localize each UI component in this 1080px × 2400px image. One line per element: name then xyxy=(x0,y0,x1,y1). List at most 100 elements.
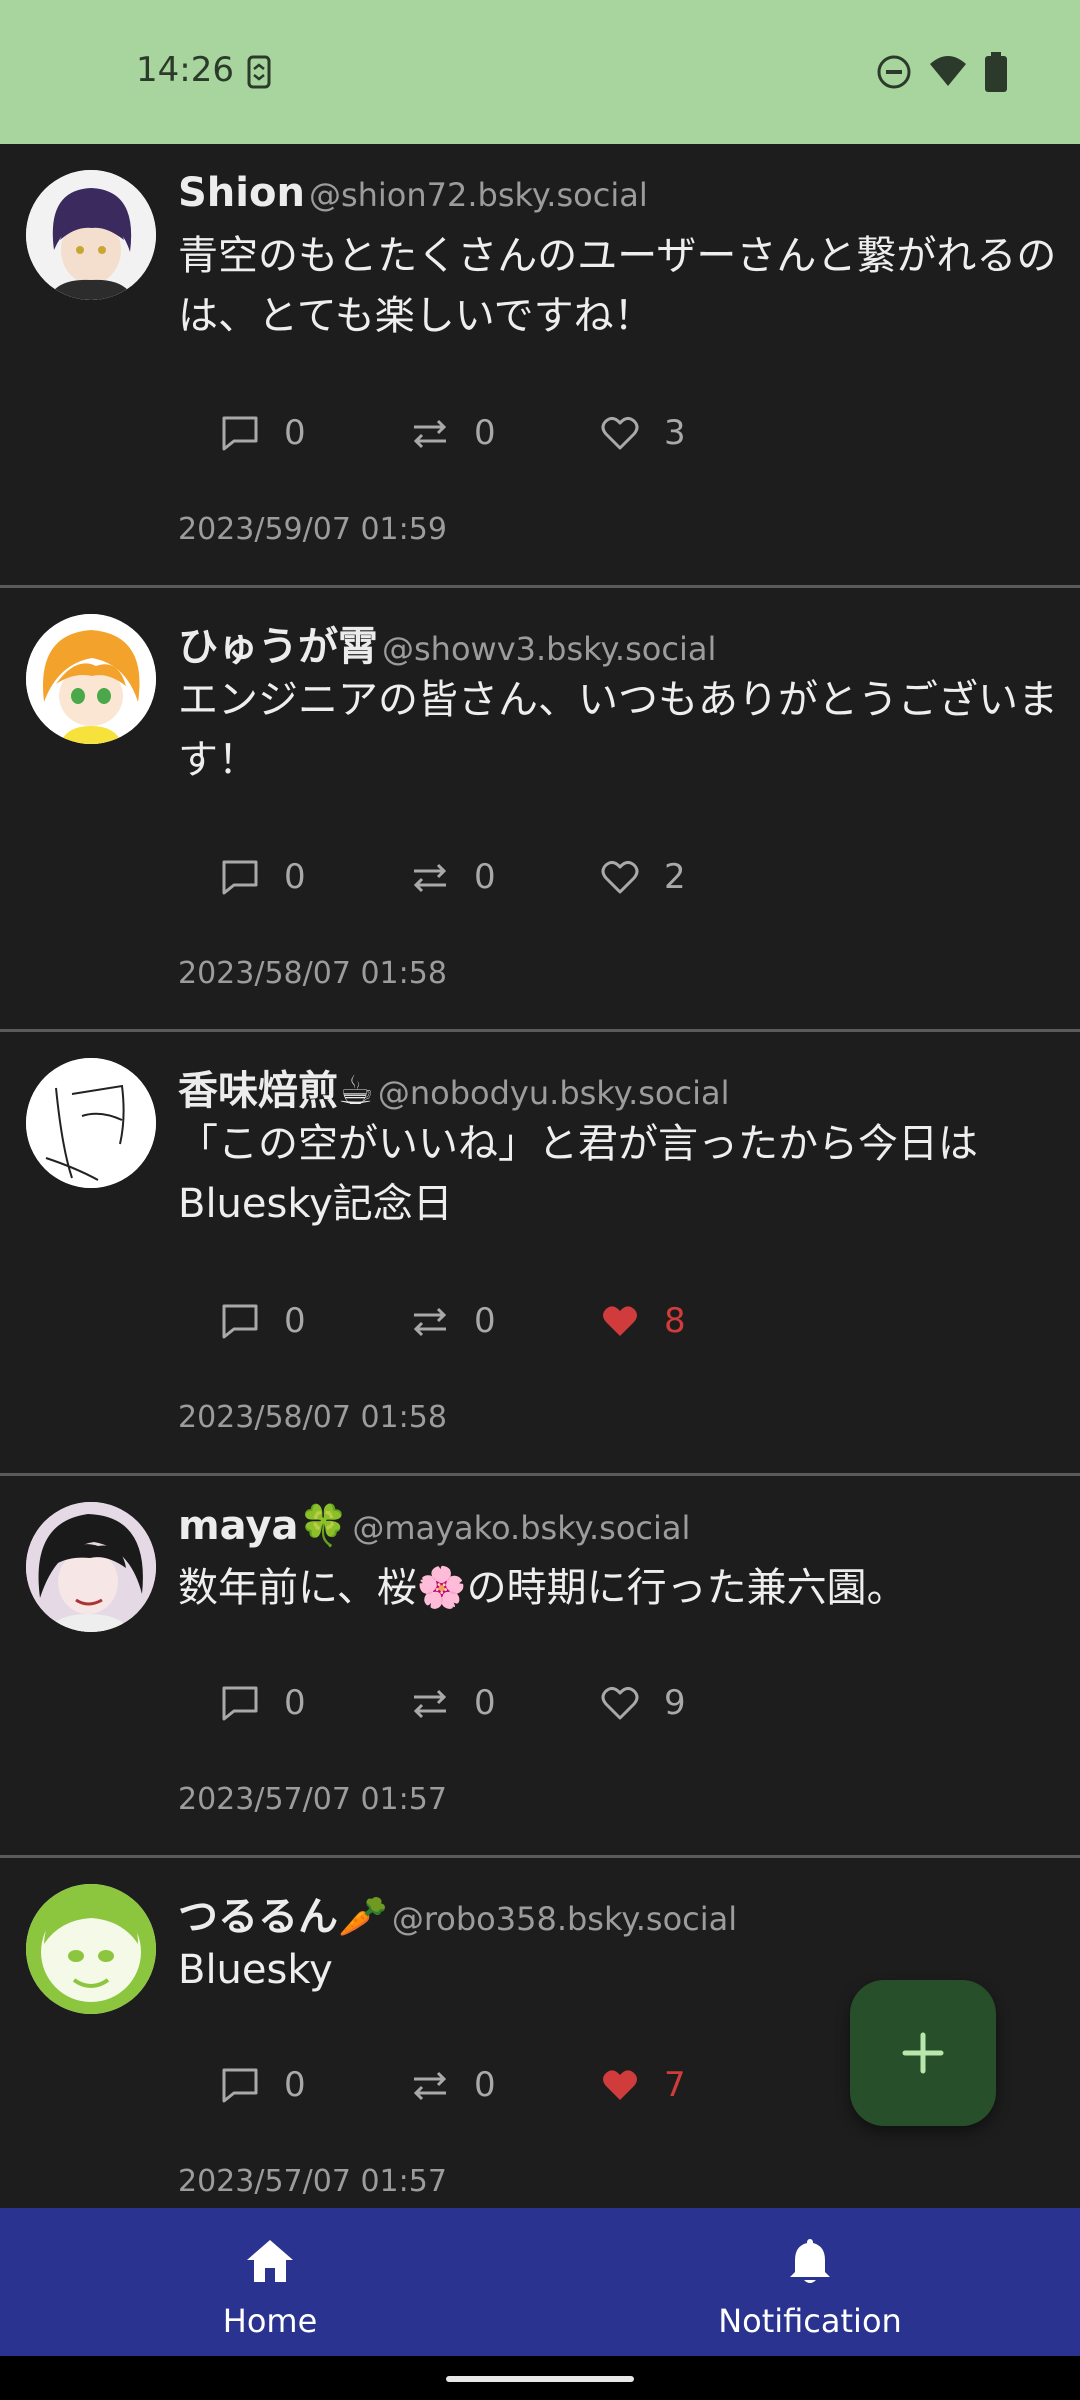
post[interactable]: maya🍀 @mayako.bsky.social 数年前に、桜🌸の時期に行った兼… xyxy=(0,1476,1080,1858)
plus-icon xyxy=(902,2032,944,2074)
heart-outline-icon xyxy=(601,860,639,894)
like-button[interactable]: 7 xyxy=(600,2060,686,2110)
gesture-area xyxy=(0,2356,1080,2400)
nav-home-label: Home xyxy=(222,2302,318,2340)
reply-button[interactable]: 0 xyxy=(220,1678,306,1728)
reply-button[interactable]: 0 xyxy=(220,408,306,458)
status-bar: 14:26 xyxy=(0,0,1080,144)
bottom-nav: Home Notification xyxy=(0,2208,1080,2356)
like-count: 2 xyxy=(664,857,686,897)
status-time: 14:26 xyxy=(136,50,234,90)
nav-notification[interactable]: Notification xyxy=(540,2208,1080,2356)
wifi-icon xyxy=(930,56,966,86)
post-actions: 0 0 8 xyxy=(220,1296,720,1346)
avatar[interactable] xyxy=(26,614,156,744)
reply-icon xyxy=(222,860,258,895)
reply-icon xyxy=(222,1304,258,1339)
post-header: ひゅうが霄 @showv3.bsky.social xyxy=(178,614,716,672)
reply-icon xyxy=(222,2068,258,2103)
post-text: エンジニアの皆さん、いつもありがとうございます！ xyxy=(178,677,1058,783)
handle[interactable]: @shion72.bsky.social xyxy=(309,176,648,214)
heart-filled-icon xyxy=(603,2070,637,2100)
display-name[interactable]: つるるん🥕 xyxy=(178,1894,388,1940)
avatar[interactable] xyxy=(26,1884,156,2014)
handle[interactable]: @robo358.bsky.social xyxy=(392,1900,737,1938)
display-name[interactable]: 香味焙煎☕ xyxy=(178,1068,374,1114)
reply-button[interactable]: 0 xyxy=(220,852,306,902)
repost-icon xyxy=(413,2071,447,2101)
reply-count: 0 xyxy=(284,1683,306,1723)
like-button[interactable]: 8 xyxy=(600,1296,686,1346)
display-name[interactable]: ひゅうが霄 xyxy=(178,624,378,670)
heart-outline-icon xyxy=(601,1686,639,1720)
reply-count: 0 xyxy=(284,857,306,897)
nav-home[interactable]: Home xyxy=(0,2208,540,2356)
compose-fab-button[interactable] xyxy=(850,1980,996,2126)
feed[interactable]: Shion @shion72.bsky.social 青空のもとたくさんのユーザー… xyxy=(0,144,1080,2208)
post-actions: 0 0 2 xyxy=(220,852,720,902)
display-name[interactable]: maya🍀 xyxy=(178,1503,348,1549)
repost-button[interactable]: 0 xyxy=(410,852,496,902)
repost-button[interactable]: 0 xyxy=(410,2060,496,2110)
post[interactable]: 香味焙煎☕ @nobodyu.bsky.social 「この空がいいね」と君が言っ… xyxy=(0,1032,1080,1476)
timestamp: 2023/57/07 01:57 xyxy=(178,2164,447,2199)
heart-filled-icon xyxy=(603,1306,637,1336)
reply-count: 0 xyxy=(284,1301,306,1341)
reply-button[interactable]: 0 xyxy=(220,1296,306,1346)
post-text: 青空のもとたくさんのユーザーさんと繋がれるのは、とても楽しいですね！ xyxy=(178,233,1057,339)
like-count: 3 xyxy=(664,413,686,453)
like-count: 7 xyxy=(664,2065,686,2105)
post-header: 香味焙煎☕ @nobodyu.bsky.social xyxy=(178,1058,729,1116)
post[interactable]: Shion @shion72.bsky.social 青空のもとたくさんのユーザー… xyxy=(0,144,1080,588)
repost-icon xyxy=(413,419,447,449)
repost-button[interactable]: 0 xyxy=(410,1296,496,1346)
display-name[interactable]: Shion xyxy=(178,170,305,216)
repost-icon xyxy=(413,863,447,893)
repost-count: 0 xyxy=(474,857,496,897)
post-text: 数年前に、桜🌸の時期に行った兼六園。 xyxy=(178,1565,907,1611)
gesture-handle[interactable] xyxy=(446,2376,634,2382)
do-not-disturb-icon xyxy=(877,55,911,89)
post-actions: 0 0 9 xyxy=(220,1678,720,1728)
repost-count: 0 xyxy=(474,1301,496,1341)
repost-icon xyxy=(413,1307,447,1337)
handle[interactable]: @mayako.bsky.social xyxy=(352,1509,690,1547)
timestamp: 2023/57/07 01:57 xyxy=(178,1782,447,1817)
handle[interactable]: @nobodyu.bsky.social xyxy=(378,1074,730,1112)
post-actions: 0 0 7 xyxy=(220,2060,720,2110)
repost-button[interactable]: 0 xyxy=(410,1678,496,1728)
reply-icon xyxy=(222,1686,258,1721)
avatar[interactable] xyxy=(26,1502,156,1632)
post-header: maya🍀 @mayako.bsky.social xyxy=(178,1502,690,1549)
repost-count: 0 xyxy=(474,413,496,453)
repost-count: 0 xyxy=(474,1683,496,1723)
reply-count: 0 xyxy=(284,413,306,453)
reply-button[interactable]: 0 xyxy=(220,2060,306,2110)
nav-notification-label: Notification xyxy=(718,2302,902,2340)
post-text: 「この空がいいね」と君が言ったから今日はBluesky記念日 xyxy=(178,1121,978,1227)
post-header: Shion @shion72.bsky.social xyxy=(178,170,648,216)
repost-count: 0 xyxy=(474,2065,496,2105)
reply-icon xyxy=(222,416,258,451)
post-header: つるるん🥕 @robo358.bsky.social xyxy=(178,1884,737,1942)
avatar[interactable] xyxy=(26,170,156,300)
post[interactable]: ひゅうが霄 @showv3.bsky.social エンジニアの皆さん、いつもあり… xyxy=(0,588,1080,1032)
home-icon xyxy=(247,2240,293,2282)
timestamp: 2023/58/07 01:58 xyxy=(178,956,447,991)
post-actions: 0 0 3 xyxy=(220,408,720,458)
like-button[interactable]: 3 xyxy=(600,408,686,458)
like-button[interactable]: 9 xyxy=(600,1678,686,1728)
timestamp: 2023/58/07 01:58 xyxy=(178,1400,447,1435)
battery-icon xyxy=(985,52,1007,92)
repost-icon xyxy=(413,1689,447,1719)
sync-icon xyxy=(247,55,271,89)
repost-button[interactable]: 0 xyxy=(410,408,496,458)
avatar[interactable] xyxy=(26,1058,156,1188)
like-button[interactable]: 2 xyxy=(600,852,686,902)
handle[interactable]: @showv3.bsky.social xyxy=(382,630,716,668)
heart-outline-icon xyxy=(601,416,639,450)
timestamp: 2023/59/07 01:59 xyxy=(178,512,447,547)
like-count: 8 xyxy=(664,1301,686,1341)
bell-icon xyxy=(790,2239,830,2283)
like-count: 9 xyxy=(664,1683,686,1723)
